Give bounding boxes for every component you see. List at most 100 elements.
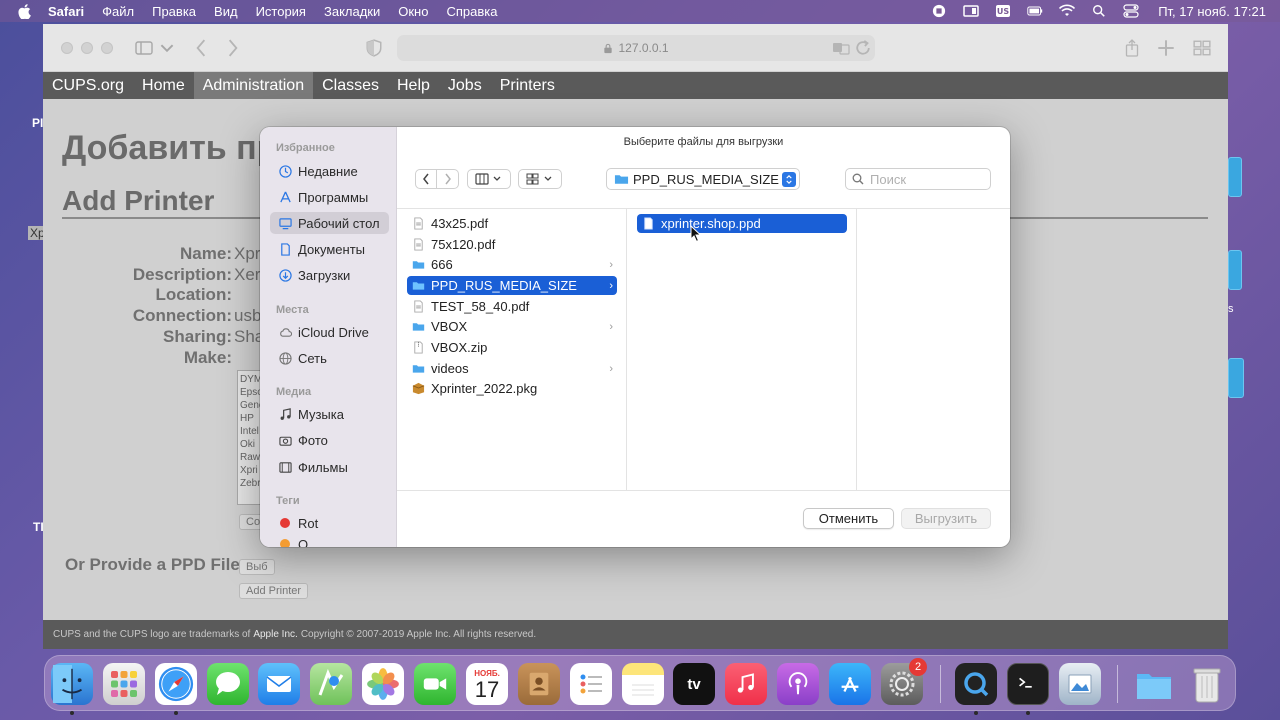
podcasts-icon[interactable] [777, 663, 819, 705]
new-tab-icon[interactable] [1156, 38, 1176, 58]
apple-tv-icon[interactable]: tv [673, 663, 715, 705]
menu-view[interactable]: Вид [214, 4, 238, 19]
terminal-icon[interactable] [1007, 663, 1049, 705]
record-icon[interactable] [930, 4, 948, 18]
spotlight-icon[interactable] [1090, 4, 1108, 18]
tab-overview-icon[interactable] [1192, 38, 1212, 58]
view-mode-button[interactable] [467, 169, 511, 189]
folder-row[interactable]: VBOX › [407, 317, 617, 336]
add-printer-button[interactable]: Add Printer [239, 583, 309, 599]
nav-home[interactable]: Home [133, 72, 194, 99]
folder-row[interactable]: 666 › [407, 255, 617, 274]
desktop-file-icon[interactable] [1228, 157, 1242, 197]
battery-icon[interactable] [1026, 4, 1044, 18]
reminders-icon[interactable] [570, 663, 612, 705]
folder-row-selected[interactable]: PPD_RUS_MEDIA_SIZE › [407, 276, 617, 295]
sidebar-item-recents[interactable]: Недавние [270, 160, 389, 182]
messages-icon[interactable] [207, 663, 249, 705]
cancel-button[interactable]: Отменить [803, 508, 894, 529]
sidebar-tag-red[interactable]: Rot [270, 512, 389, 534]
file-row[interactable]: 75x120.pdf [407, 235, 617, 254]
nav-cups-org[interactable]: CUPS.org [43, 72, 133, 99]
app-store-icon[interactable] [829, 663, 871, 705]
nav-help[interactable]: Help [388, 72, 439, 99]
music-app-icon[interactable] [725, 663, 767, 705]
control-center-icon[interactable] [1122, 4, 1140, 18]
shield-icon[interactable] [364, 38, 384, 58]
downloads-stack-icon[interactable] [1133, 663, 1175, 705]
forward-button[interactable] [437, 169, 459, 189]
back-button[interactable] [415, 169, 437, 189]
address-bar[interactable]: 127.0.0.1 [397, 35, 875, 61]
trash-icon[interactable] [1186, 663, 1228, 705]
forward-icon[interactable] [223, 38, 243, 58]
path-popup[interactable]: PPD_RUS_MEDIA_SIZE [606, 168, 800, 190]
contacts-icon[interactable] [518, 663, 560, 705]
maps-icon[interactable] [310, 663, 352, 705]
menu-window[interactable]: Окно [398, 4, 428, 19]
file-row[interactable]: 43x25.pdf [407, 214, 617, 233]
sidebar-item-movies[interactable]: Фильмы [270, 456, 389, 478]
group-mode-button[interactable] [518, 169, 562, 189]
quicktime-icon[interactable] [955, 663, 997, 705]
safari-icon[interactable] [155, 663, 197, 705]
calendar-icon[interactable]: НОЯБ. 17 [466, 663, 508, 705]
menu-file[interactable]: Файл [102, 4, 134, 19]
launchpad-icon[interactable] [103, 663, 145, 705]
name-value[interactable]: Xpr [234, 244, 260, 264]
desktop-file-icon[interactable] [1228, 358, 1244, 398]
file-row-selected[interactable]: xprinter.shop.ppd [637, 214, 847, 233]
photos-icon[interactable] [362, 663, 404, 705]
nav-printers[interactable]: Printers [491, 72, 564, 99]
minimize-window-button[interactable] [81, 42, 93, 54]
nav-administration[interactable]: Administration [193, 72, 314, 99]
choose-file-button[interactable]: Выб [239, 559, 275, 575]
menubar-clock[interactable]: Пт, 17 нояб. 17:21 [1158, 4, 1266, 19]
upload-button[interactable]: Выгрузить [901, 508, 991, 529]
menu-edit[interactable]: Правка [152, 4, 196, 19]
sidebar-item-documents[interactable]: Документы [270, 238, 389, 260]
facetime-icon[interactable] [414, 663, 456, 705]
search-input[interactable]: Поиск [845, 168, 991, 190]
close-window-button[interactable] [61, 42, 73, 54]
location-label: Location: [155, 285, 233, 304]
file-name: 43x25.pdf [431, 216, 489, 231]
translate-icon[interactable] [831, 38, 851, 58]
file-row[interactable]: VBOX.zip [407, 338, 617, 357]
menu-help[interactable]: Справка [446, 4, 497, 19]
nav-jobs[interactable]: Jobs [439, 72, 491, 99]
sidebar-item-network[interactable]: Сеть [270, 347, 389, 369]
reload-icon[interactable] [853, 38, 873, 58]
sidebar-item-photos[interactable]: Фото [270, 429, 389, 451]
back-icon[interactable] [191, 38, 211, 58]
desktop-file-icon[interactable] [1228, 250, 1242, 290]
menu-app-name[interactable]: Safari [48, 4, 84, 19]
description-value[interactable]: Xer [234, 265, 260, 285]
sidebar-toggle-icon[interactable] [134, 38, 154, 58]
folder-row[interactable]: videos › [407, 359, 617, 378]
menu-bookmarks[interactable]: Закладки [324, 4, 380, 19]
sidebar-item-music[interactable]: Музыка [270, 403, 389, 425]
sidebar-section-media: Медиа [276, 386, 312, 398]
footer-apple-link[interactable]: Apple Inc. [253, 629, 297, 640]
keyboard-layout-icon[interactable]: US [994, 4, 1012, 18]
zoom-window-button[interactable] [101, 42, 113, 54]
sidebar-item-desktop[interactable]: Рабочий стол [270, 212, 389, 234]
apple-menu-icon[interactable] [18, 3, 32, 19]
menu-history[interactable]: История [256, 4, 306, 19]
file-row[interactable]: Xprinter_2022.pkg [407, 379, 617, 398]
file-row[interactable]: TEST_58_40.pdf [407, 297, 617, 316]
sidebar-item-icloud[interactable]: iCloud Drive [270, 321, 389, 343]
nav-classes[interactable]: Classes [313, 72, 388, 99]
sidebar-item-downloads[interactable]: Загрузки [270, 264, 389, 286]
chevron-down-icon[interactable] [160, 38, 174, 58]
sidebar-item-applications[interactable]: Программы [270, 186, 389, 208]
sidebar-tag-orange[interactable]: O [270, 537, 389, 547]
finder-icon[interactable] [51, 663, 93, 705]
screen-mirror-icon[interactable] [962, 4, 980, 18]
preview-icon[interactable] [1059, 663, 1101, 705]
notes-icon[interactable] [622, 663, 664, 705]
share-icon[interactable] [1122, 38, 1142, 58]
wifi-icon[interactable] [1058, 4, 1076, 18]
mail-icon[interactable] [258, 663, 300, 705]
